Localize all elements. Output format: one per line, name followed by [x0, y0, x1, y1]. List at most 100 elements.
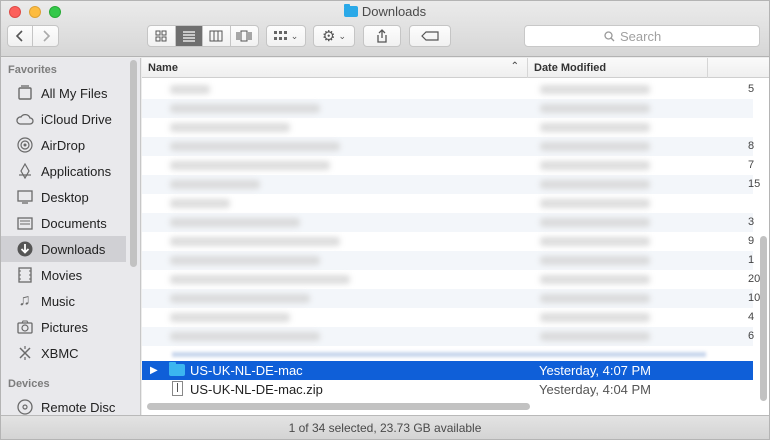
disc-icon [15, 398, 34, 417]
window-title: Downloads [1, 4, 769, 19]
file-list: Name ⌃ Date Modified 5 8 7 15 3 9 1 20 10 4 6 ▶ US… [142, 58, 769, 415]
name-column-header[interactable]: Name ⌃ [142, 58, 528, 78]
obscured-name [170, 294, 310, 303]
action-button[interactable]: ⚙ ⌄ [313, 25, 355, 47]
share-icon [377, 29, 387, 43]
file-date: Yesterday, 4:07 PM [539, 363, 652, 378]
obscured-name [170, 180, 260, 189]
obscured-size: 4 [748, 311, 755, 323]
obscured-row[interactable] [142, 194, 753, 213]
obscured-row[interactable]: 9 [142, 232, 754, 251]
extra-column-header[interactable] [708, 58, 769, 78]
column-header: Name ⌃ Date Modified [142, 58, 769, 78]
sidebar-item-label: Desktop [41, 189, 89, 205]
sidebar-item-xbmc[interactable]: XBMC [1, 340, 126, 366]
obscured-row[interactable] [142, 118, 753, 137]
sidebar-item-icloud-drive[interactable]: iCloud Drive [1, 106, 126, 132]
sidebar-item-downloads[interactable]: Downloads [1, 236, 126, 262]
arrange-button[interactable]: ⌄ [266, 25, 306, 47]
obscured-name [170, 85, 210, 94]
search-field[interactable] [524, 25, 760, 47]
obscured-row[interactable] [142, 99, 753, 118]
share-button[interactable] [363, 25, 401, 47]
column-view-button[interactable] [203, 26, 231, 46]
file-row-zip[interactable]: US-UK-NL-DE-mac.zip Yesterday, 4:04 PM [142, 380, 753, 399]
icon-view-icon [155, 30, 167, 42]
obscured-size: 3 [748, 216, 755, 228]
airdrop-icon [15, 136, 34, 155]
icon-view-button[interactable] [148, 26, 176, 46]
obscured-row[interactable]: 20 [142, 270, 760, 289]
obscured-date [540, 275, 650, 284]
arrange-grid-icon [273, 31, 287, 40]
obscured-row[interactable]: 5 [142, 80, 754, 99]
vertical-scrollbar[interactable] [760, 236, 767, 401]
sidebar-item-label: Applications [41, 163, 112, 179]
downloads-folder-icon [343, 4, 358, 17]
obscured-row[interactable]: 10 [142, 289, 760, 308]
sidebar-scrollbar[interactable] [130, 60, 137, 267]
date-column-label: Date Modified [534, 62, 607, 74]
obscured-date [540, 313, 650, 322]
titlebar: Downloads ⌄ ⚙ ⌄ Search [1, 1, 769, 57]
xbmc-icon [15, 344, 34, 363]
drop-indicator [172, 352, 706, 357]
search-icon [604, 30, 615, 41]
obscured-name [170, 199, 230, 208]
sidebar-item-desktop[interactable]: Desktop [1, 184, 126, 210]
obscured-date [540, 123, 650, 132]
movies-icon [15, 266, 34, 285]
obscured-row[interactable]: 8 [142, 137, 754, 156]
obscured-date [540, 85, 650, 94]
documents-icon [15, 214, 34, 233]
favorites-header: Favorites [8, 64, 57, 76]
obscured-row[interactable]: 15 [142, 175, 760, 194]
disclosure-triangle-icon[interactable]: ▶ [150, 365, 162, 376]
obscured-row[interactable]: 1 [142, 251, 754, 270]
date-column-header[interactable]: Date Modified [528, 58, 708, 78]
gear-icon: ⚙ [322, 28, 336, 45]
sidebar-item-label: Downloads [41, 241, 106, 257]
obscured-date [540, 294, 650, 303]
sidebar-item-label: iCloud Drive [41, 111, 112, 127]
search-input[interactable] [620, 28, 680, 44]
obscured-name [170, 237, 340, 246]
back-button[interactable] [8, 26, 34, 46]
sidebar-item-applications[interactable]: Applications [1, 158, 126, 184]
status-bar: 1 of 34 selected, 23.73 GB available [1, 415, 769, 439]
sidebar-item-label: Music [41, 293, 75, 309]
obscured-row[interactable]: 6 [142, 327, 754, 346]
obscured-date [540, 199, 650, 208]
status-text: 1 of 34 selected, 23.73 GB available [288, 421, 482, 435]
sidebar-item-label: Movies [41, 267, 83, 283]
obscured-date [540, 332, 650, 341]
sidebar-item-all-my-files[interactable]: All My Files [1, 80, 126, 106]
sidebar-item-airdrop[interactable]: AirDrop [1, 132, 126, 158]
chevron-right-icon [42, 30, 50, 42]
sidebar-item-pictures[interactable]: Pictures [1, 314, 126, 340]
obscured-row[interactable]: 7 [142, 156, 754, 175]
obscured-row[interactable]: 4 [142, 308, 755, 327]
obscured-name [170, 123, 290, 132]
obscured-date [540, 180, 650, 189]
obscured-name [170, 104, 320, 113]
obscured-name [170, 256, 320, 265]
sidebar-item-music[interactable]: ♫ Music [1, 288, 126, 314]
tag-icon [421, 31, 439, 41]
sidebar-item-label: AirDrop [41, 137, 86, 153]
sidebar-item-movies[interactable]: Movies [1, 262, 126, 288]
list-view-icon [182, 31, 195, 42]
list-view-button[interactable] [175, 26, 203, 46]
obscured-name [170, 332, 320, 341]
file-row-folder[interactable]: ▶ US-UK-NL-DE-mac Yesterday, 4:07 PM [142, 361, 753, 380]
cover-flow-view-button[interactable] [231, 26, 258, 46]
sidebar-item-documents[interactable]: Documents [1, 210, 126, 236]
all-files-icon [15, 84, 34, 103]
obscured-date [540, 142, 650, 151]
applications-icon [15, 162, 34, 181]
obscured-row[interactable]: 3 [142, 213, 755, 232]
obscured-name [170, 313, 290, 322]
tag-button[interactable] [409, 25, 451, 47]
horizontal-scrollbar[interactable] [147, 403, 530, 410]
forward-button[interactable] [33, 26, 58, 46]
